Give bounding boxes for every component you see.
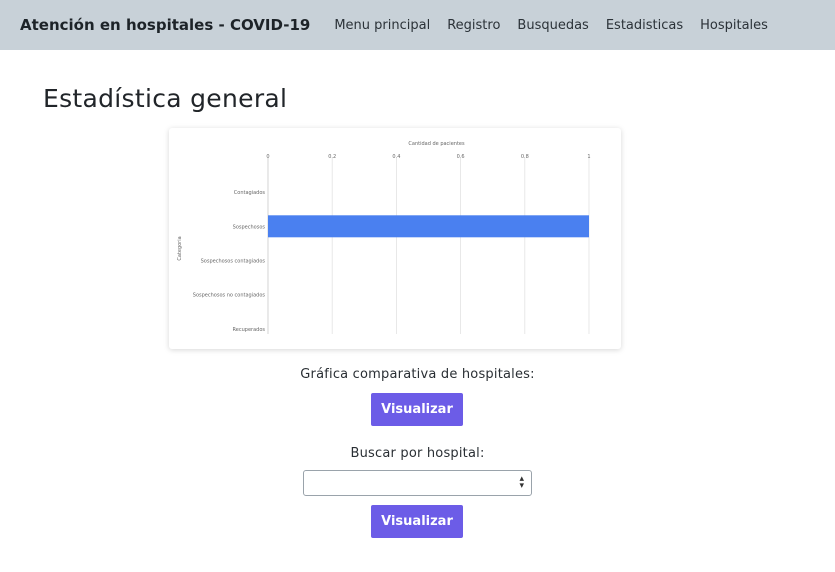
nav-link-hospitales[interactable]: Hospitales [700, 18, 768, 33]
nav-link-registro[interactable]: Registro [447, 18, 500, 33]
compare-visualize-button[interactable]: Visualizar [371, 393, 463, 426]
chart-title: Cantidad de pacientes [408, 141, 465, 147]
x-tick-label: 0.2 [328, 154, 336, 160]
x-tick-label: 0.6 [457, 154, 465, 160]
compare-section: Gráfica comparativa de hospitales: [0, 367, 835, 382]
patients-bar-chart: Cantidad de pacientes0 0.2 0.4 0.6 0.8 1Categ… [177, 141, 591, 334]
x-tick-label: 0.8 [521, 154, 529, 160]
search-label: Buscar por hospital: [350, 446, 485, 461]
y-category-label: Recuperados [233, 327, 266, 333]
top-navbar: Atención en hospitales - COVID-19 Menu p… [0, 0, 835, 50]
hospital-select[interactable]: ▴ ▾ [303, 470, 532, 496]
compare-label: Gráfica comparativa de hospitales: [300, 367, 535, 382]
nav-link-menu-principal[interactable]: Menu principal [334, 18, 430, 33]
y-category-label: Sospechosos contagiados [201, 259, 266, 265]
nav-links: Menu principal Registro Busquedas Estadi… [334, 18, 768, 33]
select-updown-icon: ▴ ▾ [519, 474, 524, 491]
search-section: Buscar por hospital: [0, 446, 835, 461]
search-visualize-button[interactable]: Visualizar [371, 505, 463, 538]
page-title: Estadística general [43, 84, 288, 113]
y-category-label: Sospechosos [233, 224, 266, 230]
nav-link-busquedas[interactable]: Busquedas [517, 18, 588, 33]
patients-chart-card: Cantidad de pacientes 0 0.2 0.4 0.6 0.8 1 Categ… [169, 128, 621, 349]
y-axis-title: Categoria [177, 236, 183, 260]
y-category-label: Sospechosos no contagiados [193, 293, 266, 299]
bar-sospechosos [268, 215, 589, 238]
brand-title[interactable]: Atención en hospitales - COVID-19 [20, 16, 310, 34]
nav-link-estadisticas[interactable]: Estadisticas [606, 18, 683, 33]
x-tick-label: 1 [587, 154, 590, 160]
x-tick-label: 0.4 [392, 154, 400, 160]
y-category-label: Contagiados [234, 190, 266, 196]
